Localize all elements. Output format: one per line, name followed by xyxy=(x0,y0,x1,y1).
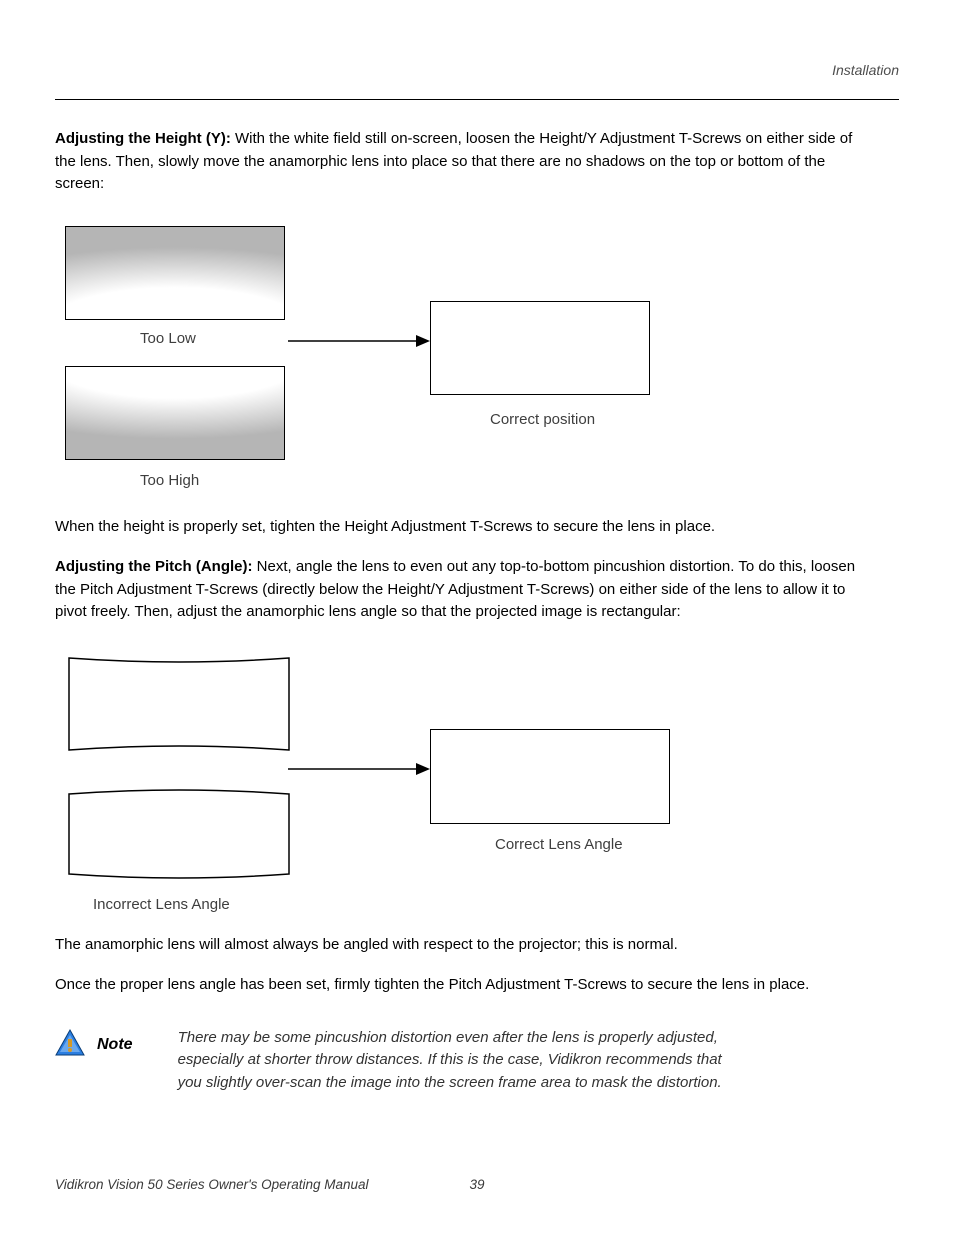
footer-page: 39 xyxy=(469,1175,484,1195)
section2-text: Adjusting the Pitch (Angle): Next, angle… xyxy=(55,556,875,624)
label-too-low: Too Low xyxy=(140,328,196,351)
label-correct-angle: Correct Lens Angle xyxy=(495,834,623,857)
section1-heading: Adjusting the Height (Y): xyxy=(55,130,231,147)
after2b-text: Once the proper lens angle has been set,… xyxy=(55,974,875,997)
header-rule xyxy=(55,99,899,100)
arrow-right-icon xyxy=(288,762,433,776)
pincushion-bottom xyxy=(65,784,293,884)
footer-manual: Vidikron Vision 50 Series Owner's Operat… xyxy=(55,1177,369,1192)
label-incorrect-angle: Incorrect Lens Angle xyxy=(93,894,230,917)
note-row: Note There may be some pincushion distor… xyxy=(55,1027,899,1095)
after2a-text: The anamorphic lens will almost always b… xyxy=(55,934,875,957)
screen-correct-position xyxy=(430,301,650,395)
diagram-height: Too Low Too High Correct position xyxy=(55,226,899,486)
section1-text: Adjusting the Height (Y): With the white… xyxy=(55,128,875,196)
screen-too-high xyxy=(65,366,285,460)
rectangle-correct xyxy=(430,729,670,824)
header-section: Installation xyxy=(55,60,899,81)
note-label: Note xyxy=(97,1033,133,1057)
pincushion-top xyxy=(65,654,293,754)
screen-too-low xyxy=(65,226,285,320)
label-correct-position: Correct position xyxy=(490,409,595,432)
diagram-pitch: Incorrect Lens Angle Correct Lens Angle xyxy=(55,654,899,924)
note-text: There may be some pincushion distortion … xyxy=(178,1027,738,1095)
arrow-right-icon xyxy=(288,334,433,348)
footer: Vidikron Vision 50 Series Owner's Operat… xyxy=(55,1175,899,1195)
note-triangle-icon xyxy=(55,1029,85,1065)
label-too-high: Too High xyxy=(140,470,199,493)
after1-text: When the height is properly set, tighten… xyxy=(55,516,875,539)
section2-heading: Adjusting the Pitch (Angle): xyxy=(55,558,252,575)
